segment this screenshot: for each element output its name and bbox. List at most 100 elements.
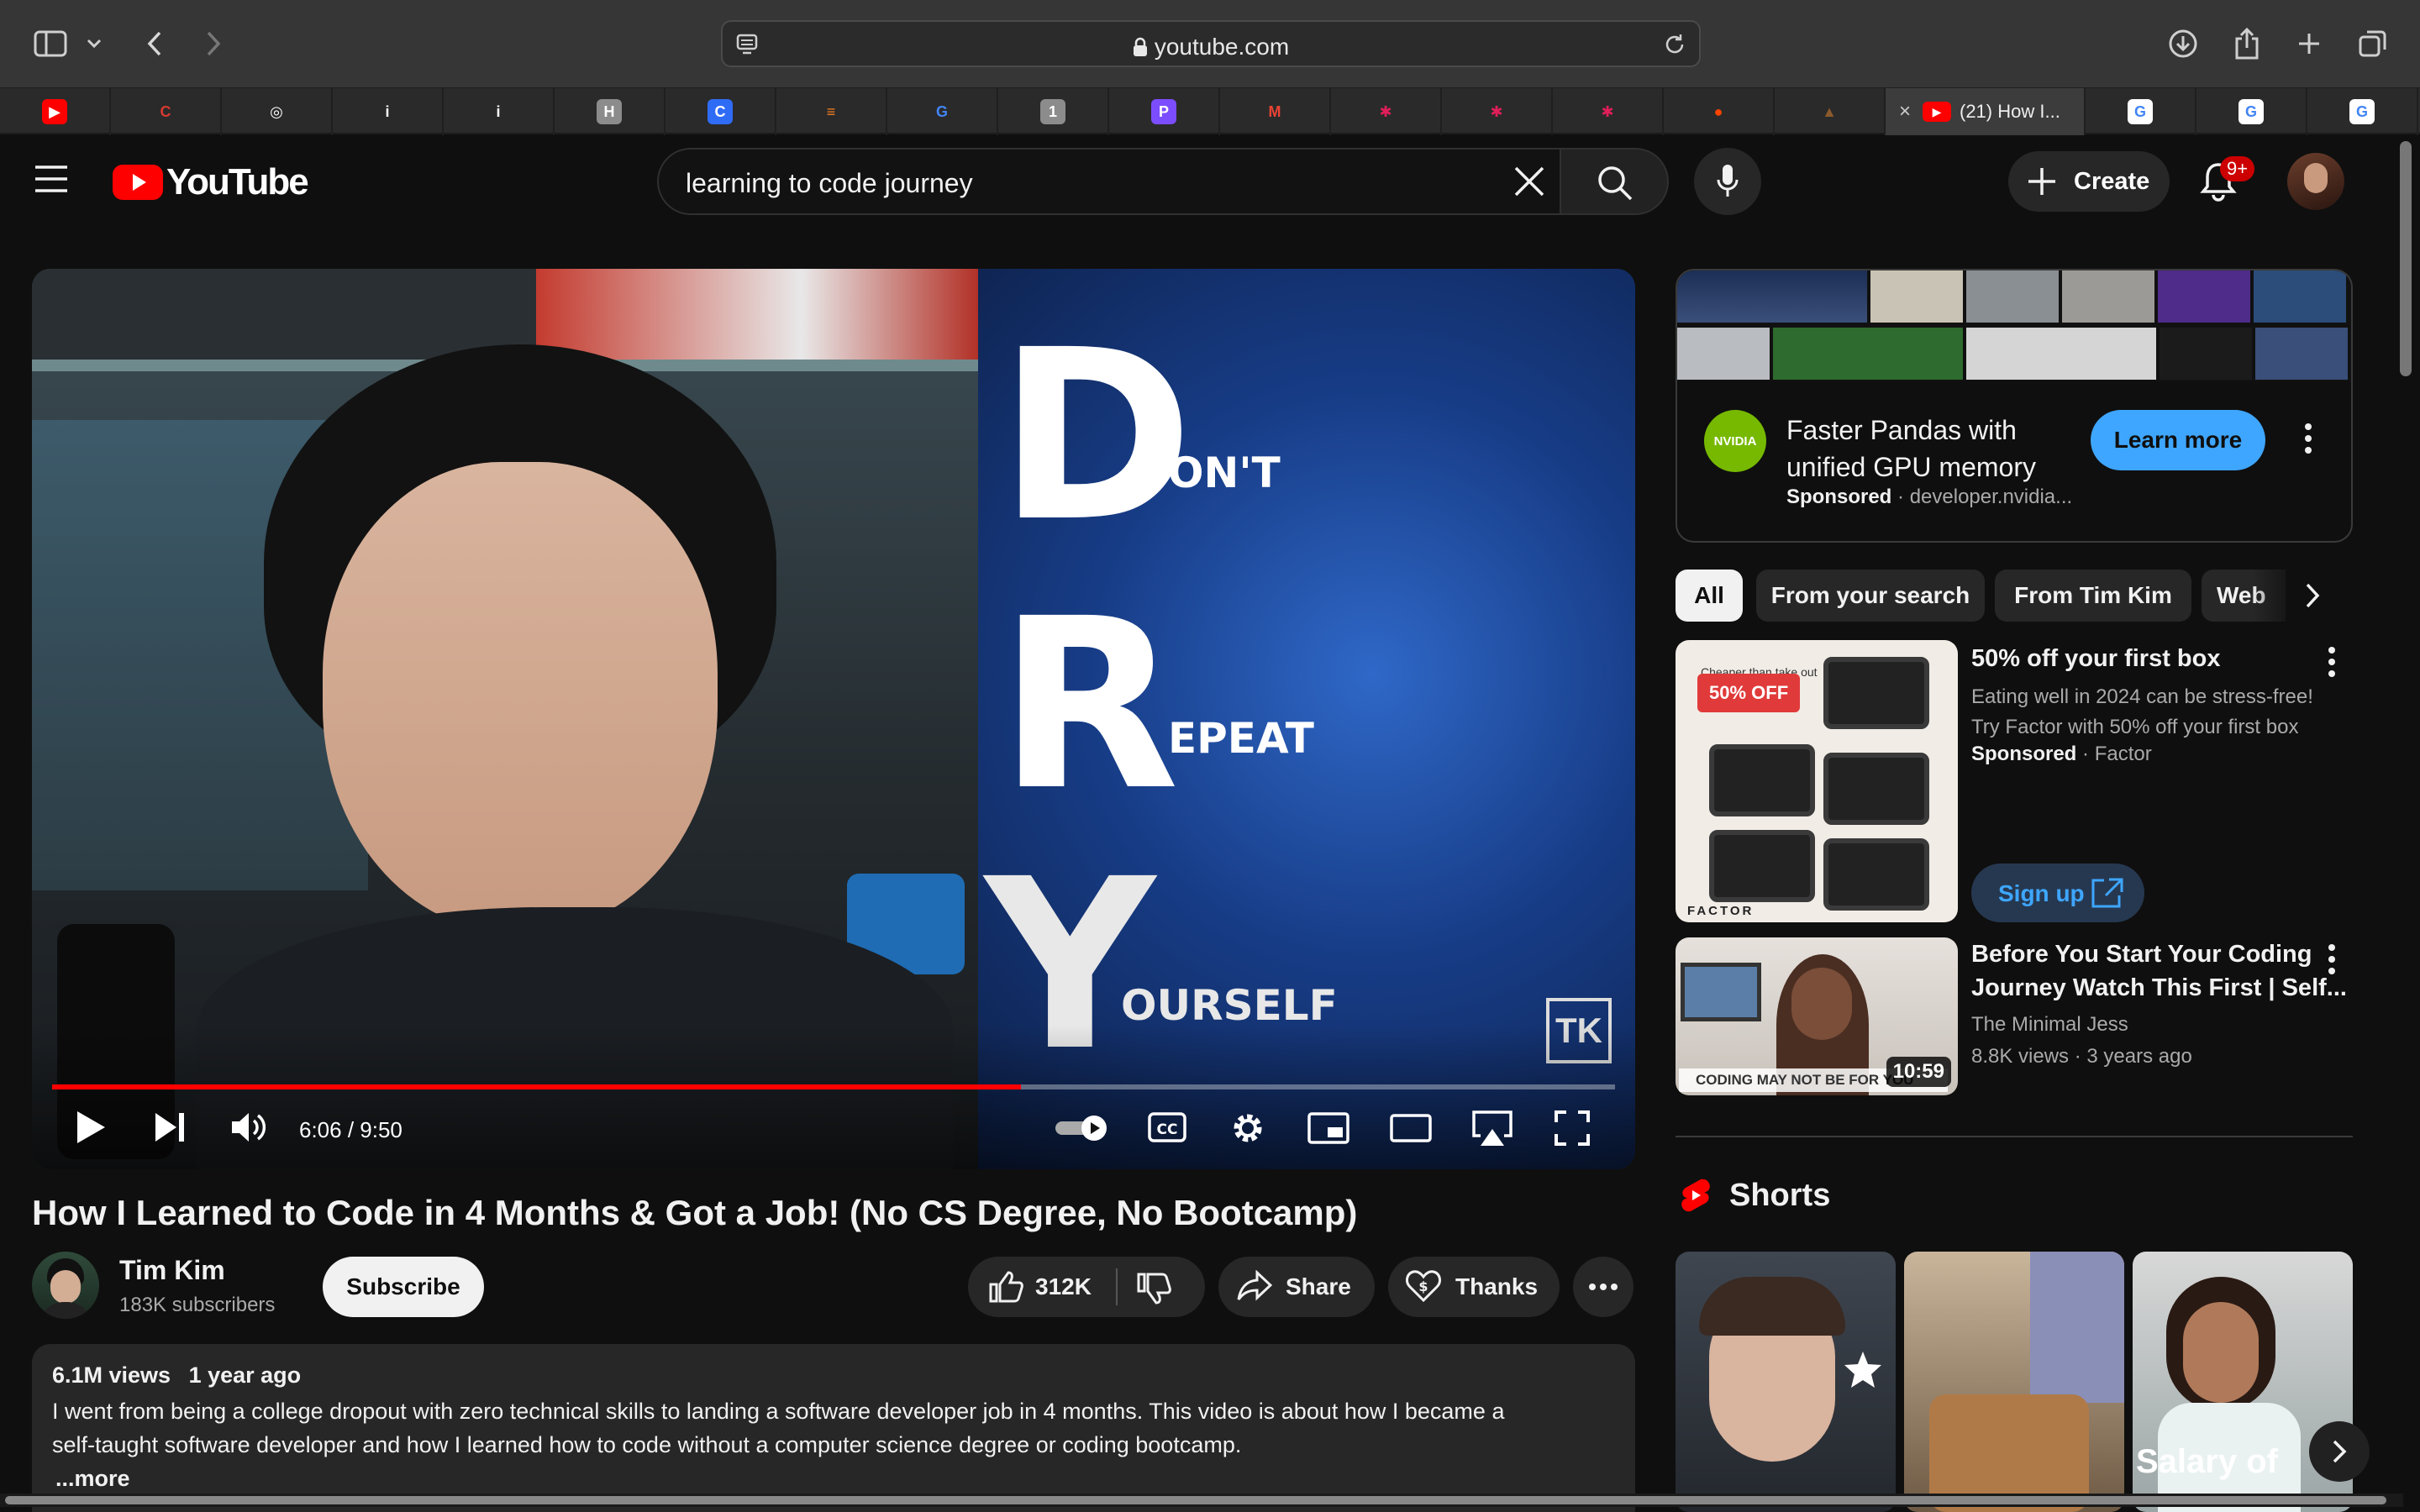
browser-tab[interactable]: C [666, 88, 776, 135]
video-player[interactable]: D ON'T R EPEAT Y OURSELF TK [32, 269, 1635, 1169]
hamburger-menu-icon[interactable] [34, 165, 69, 193]
svg-text:$: $ [1418, 1278, 1428, 1294]
search-input[interactable]: learning to code journey [657, 148, 1561, 215]
theater-mode-icon[interactable] [1390, 1114, 1432, 1142]
share-icon[interactable] [2223, 20, 2270, 67]
browser-tab[interactable]: ✱ [1553, 88, 1664, 135]
browser-tab[interactable]: G [2086, 88, 2196, 135]
ad-banner-image [1677, 270, 2351, 381]
browser-tab[interactable]: P [1109, 88, 1220, 135]
miniplayer-icon[interactable] [1307, 1112, 1349, 1144]
browser-tab[interactable]: i [333, 88, 444, 135]
browser-tab[interactable]: H [555, 88, 666, 135]
short-thumbnail-1[interactable] [1676, 1252, 1896, 1512]
fullscreen-icon[interactable] [1555, 1110, 1590, 1146]
share-label: Share [1286, 1273, 1351, 1299]
notifications-button[interactable]: 9+ [2200, 156, 2255, 202]
time-display: 6:06 / 9:50 [299, 1117, 402, 1142]
new-tab-icon[interactable] [2286, 20, 2333, 67]
learn-more-button[interactable]: Learn more [2091, 410, 2265, 470]
create-label: Create [2074, 168, 2150, 195]
thumbnail-letter-d: D [998, 300, 1194, 574]
thanks-button[interactable]: $ Thanks [1388, 1257, 1560, 1317]
promo-advertiser: Factor [2094, 743, 2152, 765]
clear-search-icon[interactable] [1511, 163, 1548, 200]
close-tab-icon[interactable]: × [1899, 100, 1911, 123]
like-icon[interactable] [988, 1270, 1023, 1304]
sidebar-toggle-icon[interactable] [27, 20, 74, 67]
browser-tab[interactable]: C [111, 88, 222, 135]
browser-tab[interactable]: ● [1664, 88, 1775, 135]
subscriber-count: 183K subscribers [119, 1294, 276, 1316]
info-favicon-icon: i [385, 102, 390, 120]
promo-title[interactable]: 50% off your first box [1971, 642, 2221, 675]
shorts-next-button[interactable] [2309, 1421, 2370, 1482]
browser-tab[interactable]: G [2307, 88, 2418, 135]
forward-icon[interactable] [190, 20, 237, 67]
volume-icon[interactable] [230, 1110, 267, 1144]
rec-video-thumbnail[interactable]: CODING MAY NOT BE FOR YOU 10:59 [1676, 937, 1958, 1095]
share-button[interactable]: Share [1218, 1257, 1375, 1317]
browser-tab[interactable]: 1 [998, 88, 1109, 135]
youtube-play-logo-icon [113, 165, 163, 200]
chips-next-chevron-icon[interactable] [2304, 581, 2321, 610]
closed-captions-icon[interactable]: CC [1148, 1112, 1186, 1142]
back-icon[interactable] [131, 20, 178, 67]
more-horizontal-icon [1589, 1284, 1618, 1290]
external-link-icon [2091, 877, 2124, 909]
tab-overview-icon[interactable] [2349, 20, 2396, 67]
dislike-icon[interactable] [1136, 1272, 1171, 1305]
browser-tab[interactable]: ✱ [1331, 88, 1442, 135]
sign-up-button[interactable]: Sign up [1971, 864, 2144, 922]
filter-chip-from-tim-kim[interactable]: From Tim Kim [1995, 570, 2191, 622]
play-icon[interactable] [74, 1109, 108, 1146]
address-bar[interactable]: youtube.com [721, 20, 1701, 67]
rec-menu-icon[interactable] [2328, 942, 2336, 976]
browser-tab[interactable]: i [444, 88, 555, 135]
sign-up-label: Sign up [1998, 880, 2085, 906]
horizontal-scrollbar-thumb[interactable] [5, 1496, 2386, 1504]
youtube-logo[interactable]: YouTube [113, 161, 309, 203]
shorts-logo-icon [1681, 1178, 1711, 1215]
filter-chip-from-your-search[interactable]: From your search [1756, 570, 1985, 622]
short-thumbnail-2[interactable] [1904, 1252, 2124, 1512]
description-box[interactable]: 6.1M views 1 year ago I went from being … [32, 1344, 1635, 1512]
channel-name[interactable]: Tim Kim [119, 1255, 225, 1286]
download-icon[interactable] [2160, 20, 2207, 67]
create-button[interactable]: Create [2008, 151, 2170, 212]
filter-chip-all[interactable]: All [1676, 570, 1743, 622]
video-title: How I Learned to Code in 4 Months & Got … [32, 1193, 1358, 1232]
reddit-favicon-icon: ● [1713, 102, 1723, 120]
browser-tab[interactable]: G [887, 88, 998, 135]
promo-menu-icon[interactable] [2328, 645, 2336, 679]
ad-menu-icon[interactable] [2304, 422, 2312, 455]
channel-avatar[interactable] [32, 1252, 99, 1319]
vertical-scrollbar-thumb[interactable] [2400, 141, 2412, 376]
more-actions-button[interactable] [1573, 1257, 1634, 1317]
google-favicon-icon: G [935, 102, 948, 120]
promo-thumbnail[interactable]: Cheaper than take out 50% OFF FACTOR [1676, 640, 1958, 922]
browser-tab[interactable]: ✱ [1442, 88, 1553, 135]
rec-title-line-2: Journey Watch This First | Self... [1971, 974, 2347, 1001]
chevron-down-icon[interactable] [77, 20, 111, 67]
next-video-icon[interactable] [153, 1110, 187, 1144]
voice-search-button[interactable] [1694, 148, 1761, 215]
browser-tab[interactable]: G [2196, 88, 2307, 135]
browser-tab[interactable]: ▲ [1775, 88, 1886, 135]
browser-tab[interactable]: ◎ [222, 88, 333, 135]
microphone-icon [1716, 163, 1739, 200]
airplay-icon[interactable] [1470, 1109, 1514, 1147]
browser-tab[interactable]: ≡ [776, 88, 887, 135]
rec-channel[interactable]: The Minimal Jess [1971, 1010, 2128, 1040]
autoplay-toggle[interactable] [1054, 1114, 1111, 1142]
browser-tab[interactable]: ▶ [0, 88, 111, 135]
search-button[interactable] [1560, 148, 1669, 215]
subscribe-button[interactable]: Subscribe [323, 1257, 484, 1317]
account-avatar[interactable] [2287, 153, 2344, 210]
sponsored-ad-card[interactable]: NVIDIA Faster Pandas with unified GPU me… [1676, 269, 2353, 543]
settings-gear-icon[interactable] [1230, 1110, 1265, 1146]
description-more-link[interactable]: ...more [55, 1462, 130, 1495]
browser-tab[interactable]: M [1220, 88, 1331, 135]
reload-icon[interactable] [1662, 32, 1687, 57]
active-browser-tab[interactable]: × ▶ (21) How I... [1886, 88, 2086, 135]
